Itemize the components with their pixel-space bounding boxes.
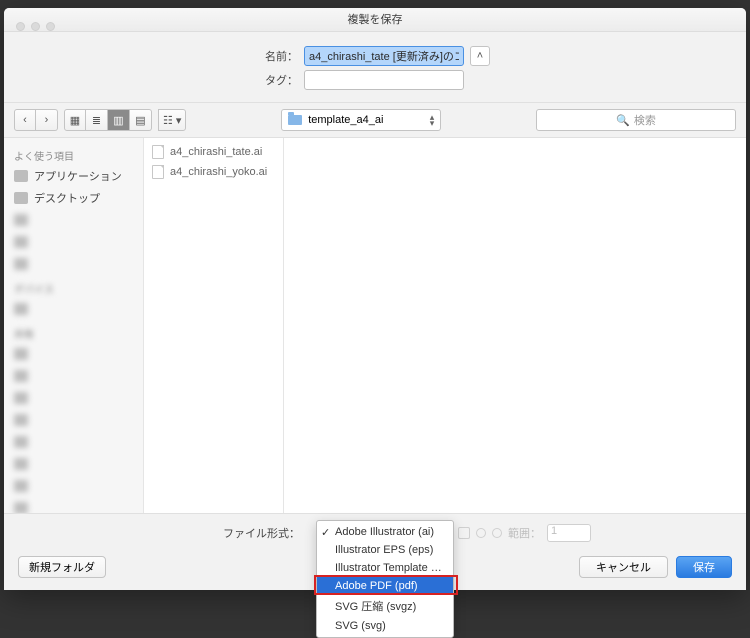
document-icon: [152, 145, 164, 159]
forward-button[interactable]: ›: [36, 109, 58, 131]
sidebar-item[interactable]: [4, 343, 143, 365]
gallery-view-button[interactable]: ▤: [130, 109, 152, 131]
view-group: ▦ ≣ ▥ ▤: [64, 109, 152, 131]
save-dialog: 複製を保存 名前： ˄ タグ： ‹ › ▦ ≣ ▥ ▤ ☷ ▾: [4, 8, 746, 590]
range-label: 範囲：: [508, 525, 541, 541]
updown-icon: ▴▾: [430, 114, 435, 126]
location-select[interactable]: template_a4_ai ▴▾: [281, 109, 441, 131]
search-icon: 🔍: [616, 114, 630, 127]
format-label: ファイル形式：: [18, 525, 308, 541]
desktop-icon: [14, 192, 28, 204]
per-artboard-checkbox[interactable]: [458, 527, 470, 539]
folder-icon: [288, 115, 302, 125]
location-label: template_a4_ai: [308, 114, 383, 126]
fields-area: 名前： ˄ タグ：: [4, 32, 746, 103]
search-input[interactable]: 🔍 検索: [536, 109, 736, 131]
format-option-ai[interactable]: Adobe Illustrator (ai): [317, 523, 453, 541]
collapse-toggle[interactable]: ˄: [470, 46, 490, 66]
column-view-button[interactable]: ▥: [108, 109, 130, 131]
sidebar-item[interactable]: [4, 497, 143, 513]
format-option-ait[interactable]: Illustrator Template (ait): [317, 559, 453, 577]
sidebar-item-desktop[interactable]: デスクトップ: [4, 187, 143, 209]
preview-column: [284, 138, 746, 513]
range-input[interactable]: 1: [547, 524, 591, 542]
list-view-button[interactable]: ≣: [86, 109, 108, 131]
icon-view-button[interactable]: ▦: [64, 109, 86, 131]
file-column: a4_chirashi_tate.ai a4_chirashi_yoko.ai: [144, 138, 284, 513]
devices-header: デバイス: [4, 275, 143, 298]
name-label: 名前：: [4, 48, 304, 64]
toolbar: ‹ › ▦ ≣ ▥ ▤ ☷ ▾ template_a4_ai ▴▾ 🔍 検索: [4, 103, 746, 138]
sidebar-item-applications[interactable]: アプリケーション: [4, 165, 143, 187]
format-option-eps[interactable]: Illustrator EPS (eps): [317, 541, 453, 559]
sidebar-item[interactable]: [4, 253, 143, 275]
sidebar-item[interactable]: [4, 365, 143, 387]
traffic-lights: [16, 22, 55, 31]
browser-body: よく使う項目 アプリケーション デスクトップ デバイス 共有 タグ レッド: [4, 138, 746, 514]
apps-icon: [14, 170, 28, 182]
list-item[interactable]: a4_chirashi_tate.ai: [144, 142, 283, 162]
sidebar-item[interactable]: [4, 431, 143, 453]
save-button[interactable]: 保存: [676, 556, 732, 578]
format-option-pdf[interactable]: Adobe PDF (pdf): [317, 577, 453, 595]
nav-group: ‹ ›: [14, 109, 58, 131]
cancel-button[interactable]: キャンセル: [579, 556, 668, 578]
window-title: 複製を保存: [4, 8, 746, 32]
document-icon: [152, 165, 164, 179]
sidebar-item[interactable]: [4, 475, 143, 497]
back-button[interactable]: ‹: [14, 109, 36, 131]
filename-input[interactable]: [304, 46, 464, 66]
sidebar-item[interactable]: [4, 209, 143, 231]
range-radio[interactable]: [492, 528, 502, 538]
arrange-button[interactable]: ☷ ▾: [158, 109, 186, 131]
search-placeholder: 検索: [634, 112, 656, 128]
format-popup: Adobe Illustrator (ai) Illustrator EPS (…: [316, 520, 454, 638]
shared-header: 共有: [4, 320, 143, 343]
zoom-icon[interactable]: [46, 22, 55, 31]
sidebar-item[interactable]: [4, 231, 143, 253]
list-item[interactable]: a4_chirashi_yoko.ai: [144, 162, 283, 182]
footer: ファイル形式： Adobe Illustrator (ai) Illustrat…: [4, 514, 746, 590]
format-option-svgz[interactable]: SVG 圧縮 (svgz): [317, 595, 453, 617]
tags-input[interactable]: [304, 70, 464, 90]
sidebar-item[interactable]: [4, 409, 143, 431]
minimize-icon[interactable]: [31, 22, 40, 31]
favorites-header: よく使う項目: [4, 142, 143, 165]
sidebar-item[interactable]: [4, 387, 143, 409]
sidebar-item[interactable]: [4, 453, 143, 475]
format-option-svg[interactable]: SVG (svg): [317, 617, 453, 635]
all-radio[interactable]: [476, 528, 486, 538]
sidebar: よく使う項目 アプリケーション デスクトップ デバイス 共有 タグ レッド: [4, 138, 144, 513]
artboard-options: アートボードごとに作成 すべて 範囲： 1: [458, 524, 591, 542]
new-folder-button[interactable]: 新規フォルダ: [18, 556, 106, 578]
sidebar-item[interactable]: [4, 298, 143, 320]
tags-label: タグ：: [4, 72, 304, 88]
close-icon[interactable]: [16, 22, 25, 31]
chevron-up-icon: ˄: [477, 50, 483, 62]
